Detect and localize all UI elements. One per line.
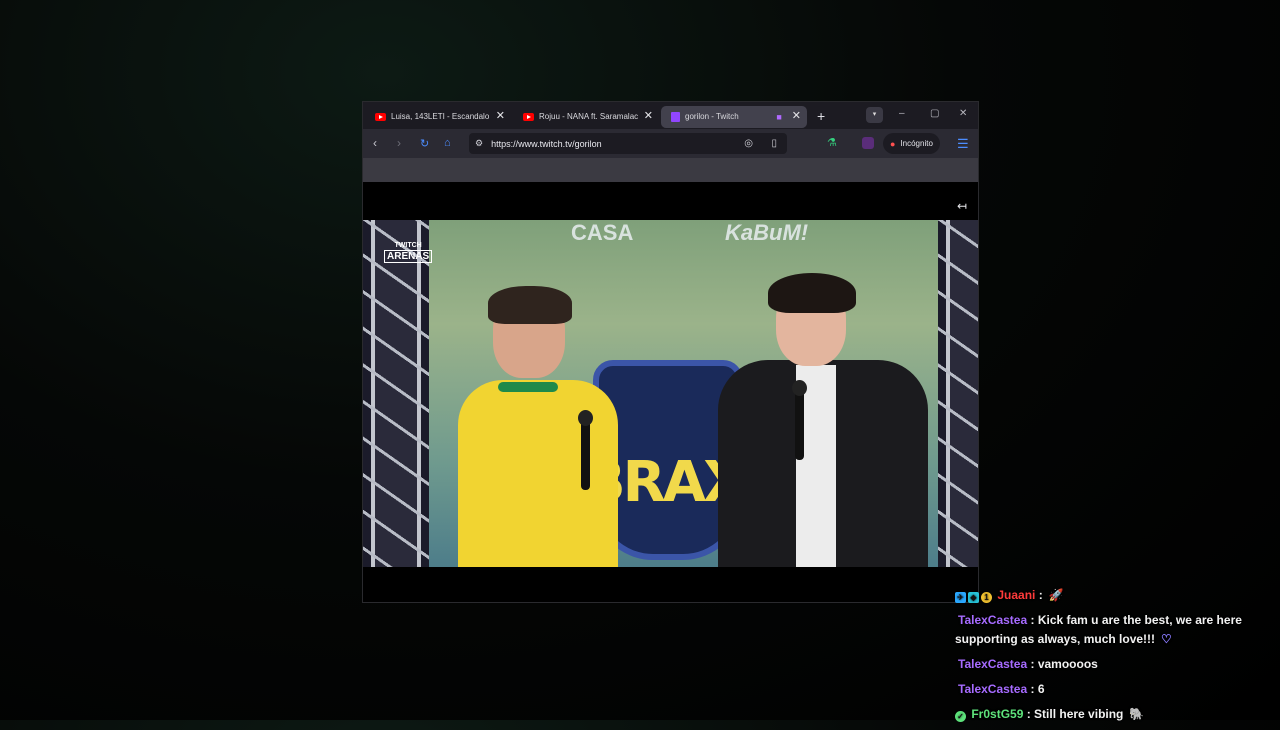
arenas-watermark: TWITCH ARENAS (384, 242, 433, 263)
minimize-icon[interactable]: – (899, 108, 905, 119)
page-header-bar (363, 158, 978, 182)
tab-title: Rojuu - NANA ft. Saramalac (539, 112, 639, 121)
microphone-left (578, 410, 593, 490)
tab-twitch-gorilon[interactable]: gorilon - Twitch ■ ✕ (661, 105, 807, 128)
close-icon[interactable]: ✕ (792, 111, 801, 122)
chat-username: Juaani (997, 588, 1036, 602)
incognito-badge[interactable]: ● Incógnito (883, 133, 940, 154)
tab-bar: Luisa, 143LETI - Escandalo ( ✕ Rojuu - N… (363, 102, 978, 129)
youtube-icon (375, 112, 386, 121)
chat-text: : vamoooos (1027, 657, 1098, 671)
forward-icon[interactable]: › (397, 136, 401, 150)
badge-icon: ✈ (955, 592, 966, 603)
tab-title: gorilon - Twitch (685, 112, 739, 121)
tab-youtube-luisa[interactable]: Luisa, 143LETI - Escandalo ( ✕ (365, 106, 511, 128)
browser-window: Luisa, 143LETI - Escandalo ( ✕ Rojuu - N… (362, 101, 979, 603)
bookmark-icon[interactable]: ▯ (771, 138, 777, 149)
tracking-protection-icon[interactable]: ◎ (744, 138, 753, 149)
back-icon[interactable]: ‹ (373, 136, 377, 150)
tab-youtube-rojuu[interactable]: Rojuu - NANA ft. Saramalac ✕ (513, 106, 659, 128)
site-info-icon[interactable]: ⚙ (475, 138, 483, 149)
maximize-icon[interactable]: ▢ (930, 108, 939, 119)
chat-username: TalexCastea (958, 657, 1028, 671)
video-player[interactable]: CASA KaBuM! BRAX TWITCH ARENAS (363, 220, 978, 567)
close-icon[interactable]: ✕ (644, 111, 653, 122)
chat-overlay: ✈ ◆ 1 Juaani : 🚀 TalexCastea : Kick fam u a… (955, 586, 1265, 730)
chat-text: : (1035, 588, 1043, 602)
emote-icon: 🚀 (1048, 588, 1064, 602)
extension-icon[interactable] (862, 137, 874, 149)
chat-username: TalexCastea (958, 613, 1028, 627)
window-close-icon[interactable]: ✕ (959, 108, 967, 119)
home-icon[interactable]: ⌂ (444, 137, 451, 149)
reload-icon[interactable]: ↻ (420, 137, 429, 150)
emote-icon: 🐘 (1129, 707, 1145, 721)
microphone-right (792, 380, 807, 460)
badge-icon: ✓ (955, 711, 966, 722)
media-icon: ■ (776, 111, 782, 122)
chat-username: Fr0stG59 (971, 707, 1024, 721)
collapse-chat-icon[interactable]: ↤ (957, 199, 967, 213)
stage-truss-right (938, 220, 978, 567)
incognito-icon: ● (890, 138, 896, 149)
interviewee (718, 273, 933, 567)
youtube-icon (523, 112, 534, 121)
close-icon[interactable]: ✕ (496, 111, 505, 122)
address-bar[interactable]: ⚙ https://www.twitch.tv/gorilon ◎ ▯ (469, 133, 787, 154)
chat-message: TalexCastea : Kick fam u are the best, w… (955, 611, 1265, 649)
flask-icon[interactable]: ⚗ (827, 136, 837, 149)
sponsor-kabum: KaBuM! (725, 220, 809, 245)
chat-username: TalexCastea (958, 682, 1028, 696)
navigation-toolbar: ‹ › ↻ ⌂ ⚙ https://www.twitch.tv/gorilon … (363, 129, 978, 158)
chat-message: ✈ ◆ 1 Juaani : 🚀 (955, 586, 1265, 605)
url-text[interactable]: https://www.twitch.tv/gorilon (491, 139, 602, 149)
new-tab-button[interactable]: + (817, 108, 825, 124)
badge-icon: 1 (981, 592, 992, 603)
chat-message: ✓ Fr0stG59 : Still here vibing 🐘 (955, 705, 1265, 724)
incognito-label: Incógnito (900, 139, 933, 148)
stage-truss-left (363, 220, 429, 567)
tab-list-button[interactable]: ▾ (866, 107, 883, 123)
interviewer (458, 286, 628, 567)
twitch-icon (671, 111, 680, 122)
chat-message: TalexCastea : 6 (955, 680, 1265, 699)
heart-emote-icon: ♡ (1161, 632, 1172, 646)
chat-message: TalexCastea : vamoooos (955, 655, 1265, 674)
chat-text: : Still here vibing (1023, 707, 1124, 721)
badge-icon: ◆ (968, 592, 979, 603)
menu-icon[interactable]: ☰ (957, 136, 969, 152)
chat-text: : 6 (1027, 682, 1045, 696)
sponsor-casa: CASA (571, 220, 634, 245)
tab-title: Luisa, 143LETI - Escandalo ( (391, 112, 492, 121)
